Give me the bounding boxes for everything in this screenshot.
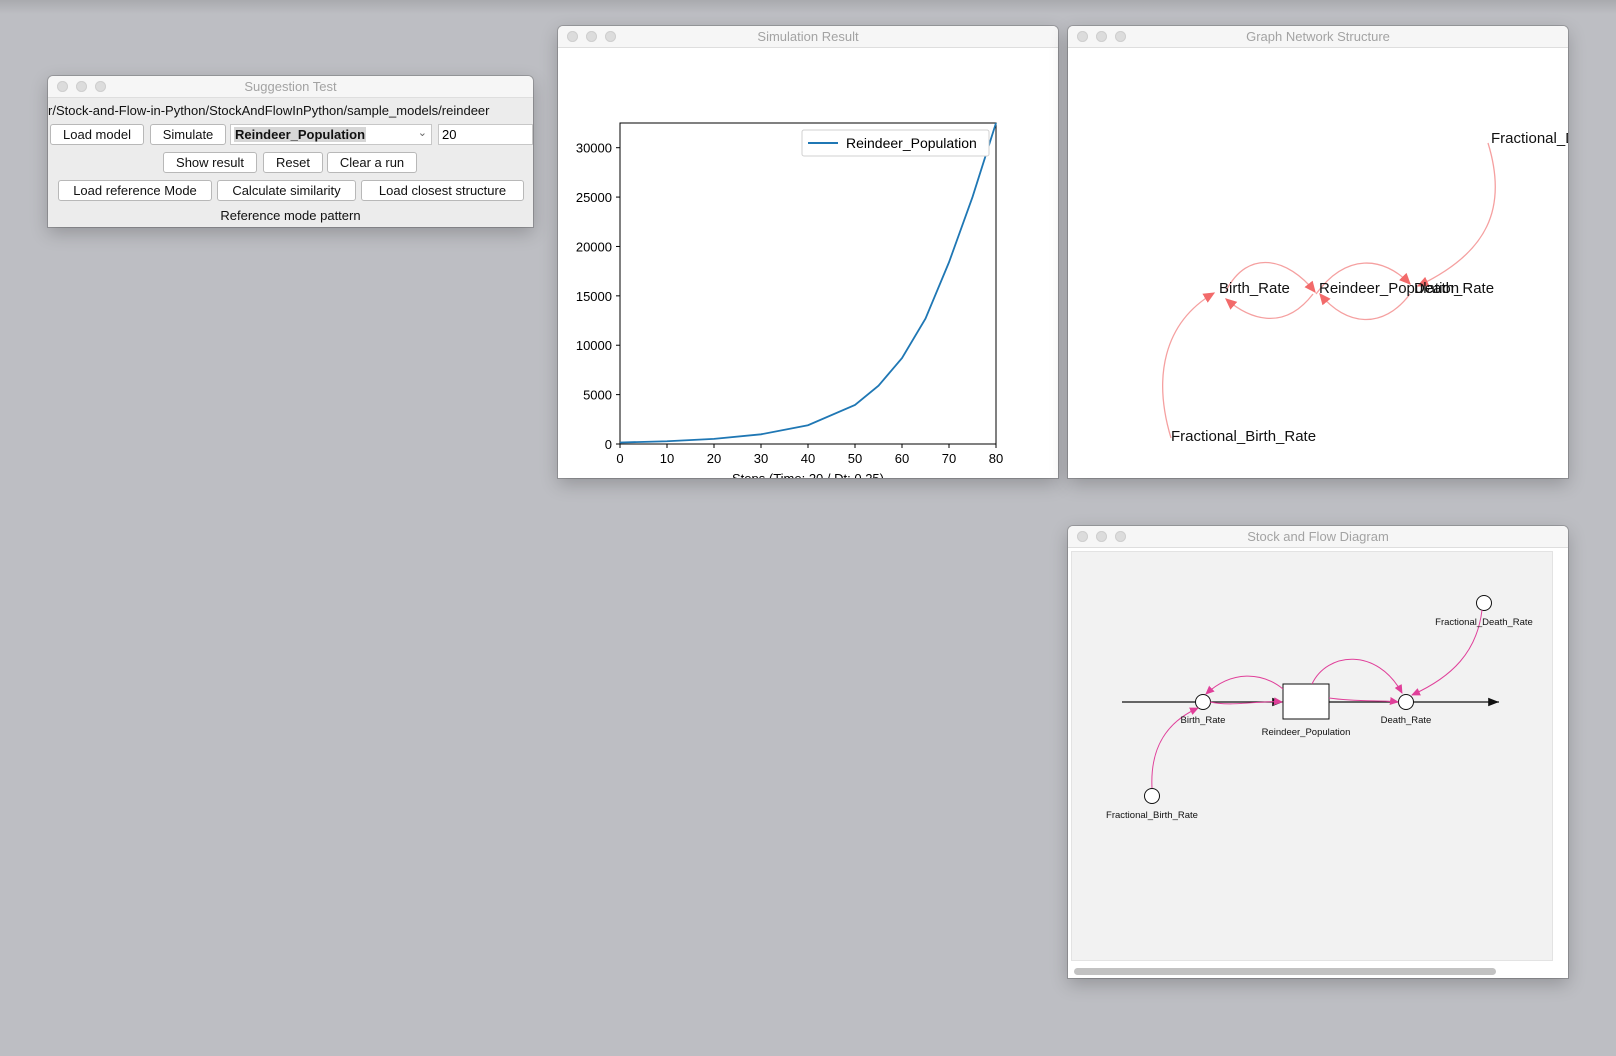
title-bar[interactable]: Suggestion Test [48,76,533,98]
graph-canvas: Birth_Rate Reindeer_Population Death_Rat… [1162,130,1568,445]
node-death-rate: Death_Rate [1414,280,1494,297]
load-model-button[interactable]: Load model [50,124,144,145]
aux-fractional-birth-rate[interactable] [1144,788,1160,804]
flow-birth-rate[interactable] [1195,694,1211,710]
variable-select-value: Reindeer_Population [234,127,367,142]
desktop-top-bar [0,0,1616,14]
aux-fractional-death-rate[interactable] [1476,595,1492,611]
window-title: Suggestion Test [244,79,337,94]
reset-button[interactable]: Reset [263,152,323,173]
x-tick-label: 20 [707,451,721,466]
x-tick-label: 60 [895,451,909,466]
chevron-down-icon: ⌄ [417,127,427,139]
window-title: Simulation Result [757,29,859,44]
simulation-result-window: Simulation Result 0 10 20 30 40 50 60 70 80 0 5000… [558,26,1058,478]
simulate-button[interactable]: Simulate [150,124,226,145]
diagram-canvas[interactable]: Fractional_Death_Rate Birth_Rate Reindee… [1071,551,1553,961]
graph-network-window: Graph Network Structure Birth_Rate Reind… [1068,26,1568,478]
load-closest-structure-button[interactable]: Load closest structure [361,180,524,201]
legend-label: Reindeer_Population [846,135,977,151]
label-fractional-birth-rate: Fractional_Birth_Rate [1106,810,1198,821]
x-tick-label: 50 [848,451,862,466]
label-birth-rate: Birth_Rate [1181,715,1226,726]
label-reindeer-population: Reindeer_Population [1262,727,1351,738]
steps-input[interactable]: 20 [438,124,533,145]
horizontal-scrollbar[interactable] [1074,968,1496,975]
load-reference-mode-button[interactable]: Load reference Mode [58,180,212,201]
stock-reindeer-population[interactable] [1282,683,1330,720]
x-tick-label: 70 [942,451,956,466]
stock-flow-diagram-window: Stock and Flow Diagram Fractional_Death_… [1068,526,1568,978]
title-bar[interactable]: Stock and Flow Diagram [1068,526,1568,548]
show-result-button[interactable]: Show result [163,152,257,173]
x-tick-label: 30 [754,451,768,466]
y-tick-label: 0 [605,437,612,452]
edge-death-to-population [1319,292,1411,321]
edge-fracdeath-to-death [1416,142,1496,287]
variable-select[interactable]: Reindeer_Population ⌄ [230,124,432,145]
flow-death-rate[interactable] [1398,694,1414,710]
suggestion-test-window: Suggestion Test r/Stock-and-Flow-in-Pyth… [48,76,533,227]
label-fractional-death-rate: Fractional_Death_Rate [1435,617,1533,628]
simulation-chart: 0 10 20 30 40 50 60 70 80 0 5000 10000 15000 20000 250… [576,122,1003,478]
y-tick-label: 30000 [576,141,612,156]
x-tick-label: 80 [989,451,1003,466]
x-tick-label: 10 [660,451,674,466]
edge-population-to-birth [1225,293,1314,320]
node-fractional-death-rate: Fractional_Death_Rate [1491,130,1568,147]
calculate-similarity-button[interactable]: Calculate similarity [217,180,356,201]
clear-run-button[interactable]: Clear a run [327,152,417,173]
link-population-to-birth [1205,675,1284,695]
edge-fracbirth-to-birth [1162,292,1216,439]
x-tick-label: 0 [616,451,623,466]
diagram-svg: Fractional_Death_Rate Birth_Rate Reindee… [1106,595,1533,821]
x-tick-label: 40 [801,451,815,466]
window-title: Graph Network Structure [1246,29,1390,44]
y-tick-label: 15000 [576,289,612,304]
model-path-label: r/Stock-and-Flow-in-Python/StockAndFlowI… [48,103,490,118]
y-tick-label: 10000 [576,338,612,353]
window-title: Stock and Flow Diagram [1247,529,1389,544]
node-fractional-birth-rate: Fractional_Birth_Rate [1171,428,1316,445]
node-birth-rate: Birth_Rate [1219,280,1290,297]
y-tick-label: 5000 [583,388,612,403]
y-tick-label: 20000 [576,239,612,254]
label-death-rate: Death_Rate [1381,715,1432,726]
title-bar[interactable]: Graph Network Structure [1068,26,1568,48]
title-bar[interactable]: Simulation Result [558,26,1058,48]
y-tick-label: 25000 [576,190,612,205]
x-axis-label: Steps (Time: 20 / Dt: 0.25) [732,471,884,478]
reference-mode-caption: Reference mode pattern [220,208,361,223]
